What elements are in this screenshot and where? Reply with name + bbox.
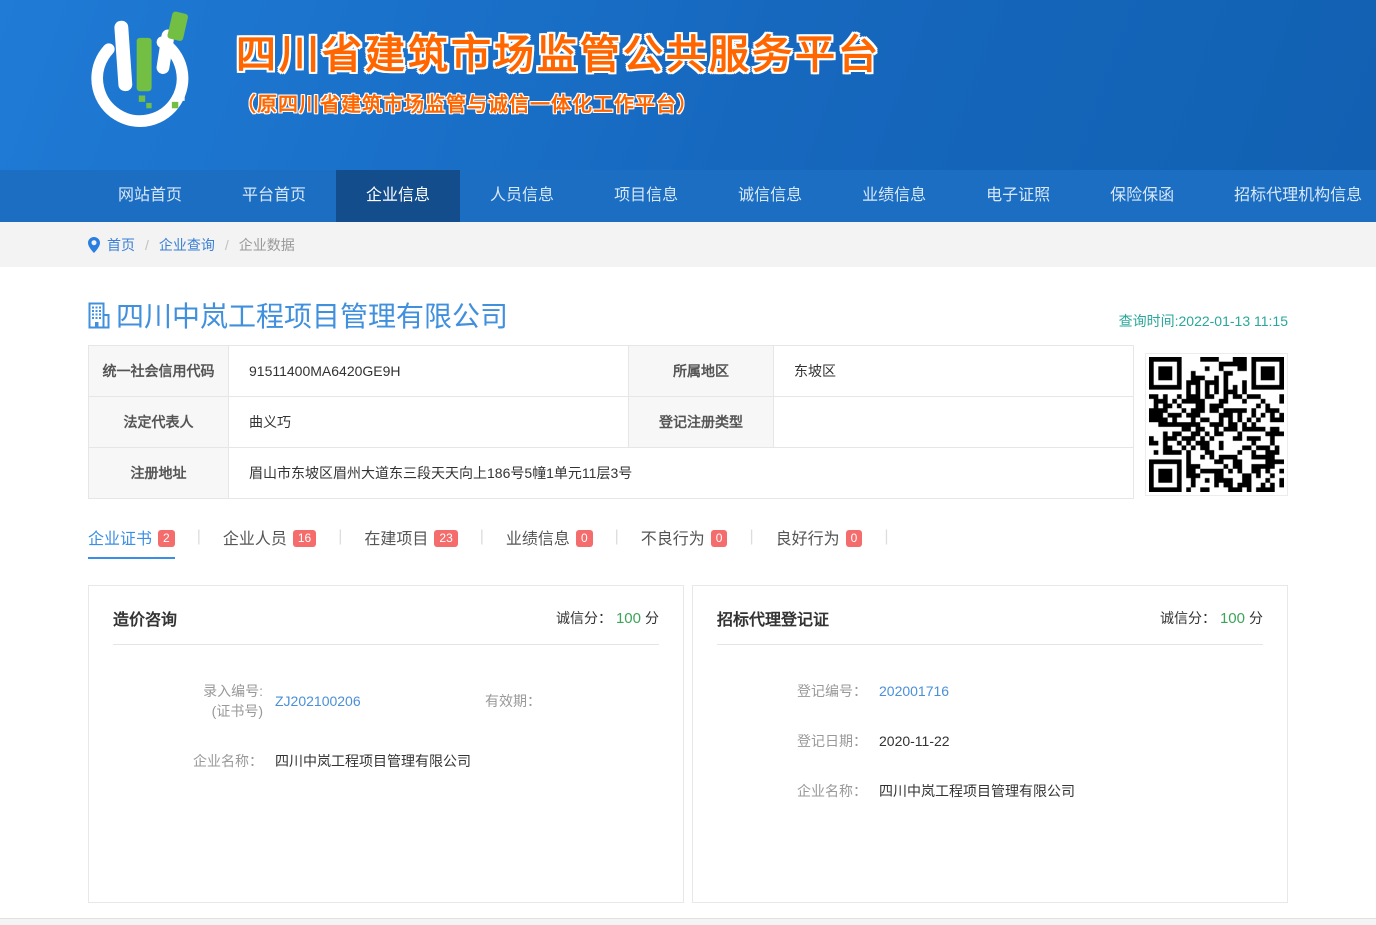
tab-separator: | (338, 528, 342, 556)
tab-label: 不良行为 (641, 531, 705, 548)
registration-date-value: 2020-11-22 (879, 733, 950, 749)
legal-representative-label: 法定代表人 (89, 397, 229, 448)
region-value: 东坡区 (774, 346, 1134, 397)
qr-code-box (1145, 353, 1288, 496)
registration-type-label: 登记注册类型 (629, 397, 774, 448)
building-icon (88, 302, 110, 329)
cost-consulting-card: 造价咨询 诚信分：100分 录入编号: (证书号) ZJ202100206 有效… (88, 585, 684, 903)
tab-enterprise-certificates[interactable]: 企业证书 2 (88, 525, 175, 559)
region-label: 所属地区 (629, 346, 774, 397)
nav-item-performance-info[interactable]: 业绩信息 (832, 170, 956, 222)
nav-item-enterprise-info[interactable]: 企业信息 (336, 170, 460, 222)
nav-item-credit-info[interactable]: 诚信信息 (708, 170, 832, 222)
certificate-number-link[interactable]: ZJ202100206 (275, 693, 445, 709)
tab-label: 良好行为 (776, 531, 840, 548)
company-name-value: 四川中岚工程项目管理有限公司 (879, 781, 1075, 801)
tab-label: 企业证书 (88, 531, 152, 548)
tab-performance-info[interactable]: 业绩信息 0 (506, 525, 593, 559)
company-name-text: 四川中岚工程项目管理有限公司 (116, 295, 508, 335)
tab-separator: | (615, 528, 619, 556)
breadcrumb: 首页 / 企业查询 / 企业数据 (88, 222, 1288, 267)
nav-item-bidding-agency[interactable]: 招标代理机构信息 (1204, 170, 1376, 222)
tab-count-badge: 2 (158, 530, 175, 547)
company-name-heading: 四川中岚工程项目管理有限公司 (88, 295, 508, 335)
tab-count-badge: 0 (576, 530, 593, 547)
main-nav: 网站首页 平台首页 企业信息 人员信息 项目信息 诚信信息 业绩信息 电子证照 … (0, 170, 1376, 222)
credit-score: 诚信分：100分 (1160, 608, 1263, 628)
entry-number-label: 录入编号: (证书号) (113, 681, 263, 721)
tab-label: 业绩信息 (506, 531, 570, 548)
tab-separator: | (197, 528, 201, 556)
breadcrumb-separator: / (225, 237, 229, 253)
logo-swirl-icon (88, 8, 196, 136)
breadcrumb-home-link[interactable]: 首页 (107, 235, 135, 255)
location-pin-icon (88, 237, 100, 253)
tab-bad-behavior[interactable]: 不良行为 0 (641, 525, 728, 559)
legal-representative-value: 曲义巧 (229, 397, 629, 448)
qr-code (1149, 357, 1284, 492)
validity-label: 有效期： (485, 691, 541, 711)
site-logo (88, 8, 198, 138)
tab-count-badge: 16 (293, 530, 316, 547)
score-label: 诚信分： (556, 610, 612, 626)
nav-item-insurance[interactable]: 保险保函 (1080, 170, 1204, 222)
registered-address-label: 注册地址 (89, 448, 229, 499)
header-banner: 四川省建筑市场监管公共服务平台 （原四川省建筑市场监管与诚信一体化工作平台） (0, 0, 1376, 170)
tab-separator: | (749, 528, 753, 556)
breadcrumb-separator: / (145, 237, 149, 253)
bidding-agency-certificate-card: 招标代理登记证 诚信分：100分 登记编号： 202001716 登记日期： 2… (692, 585, 1288, 903)
footer-strip (0, 918, 1376, 925)
company-name-value: 四川中岚工程项目管理有限公司 (275, 751, 471, 771)
table-row: 统一社会信用代码 91511400MA6420GE9H 所属地区 东坡区 (89, 346, 1134, 397)
tab-good-behavior[interactable]: 良好行为 0 (776, 525, 863, 559)
table-row: 法定代表人 曲义巧 登记注册类型 (89, 397, 1134, 448)
card-title: 造价咨询 (113, 606, 177, 630)
credit-code-label: 统一社会信用代码 (89, 346, 229, 397)
tab-count-badge: 0 (711, 530, 728, 547)
detail-tabs: 企业证书2 | 企业人员16 | 在建项目23 | 业绩信息0 | 不良行为0 … (88, 525, 1288, 559)
nav-item-e-certificate[interactable]: 电子证照 (956, 170, 1080, 222)
tab-label: 在建项目 (364, 531, 428, 548)
breadcrumb-current: 企业数据 (239, 235, 295, 255)
registered-address-value: 眉山市东坡区眉州大道东三段天天向上186号5幢1单元11层3号 (229, 448, 1134, 499)
breadcrumb-bar: 首页 / 企业查询 / 企业数据 (0, 222, 1376, 267)
card-title: 招标代理登记证 (717, 606, 829, 630)
score-unit: 分 (645, 610, 659, 626)
tab-count-badge: 23 (434, 530, 457, 547)
tab-count-badge: 0 (846, 530, 863, 547)
score-unit: 分 (1249, 610, 1263, 626)
nav-item-home[interactable]: 网站首页 (88, 170, 212, 222)
site-subtitle: （原四川省建筑市场监管与诚信一体化工作平台） (236, 88, 881, 117)
tab-projects-under-construction[interactable]: 在建项目 23 (364, 525, 457, 559)
nav-item-project-info[interactable]: 项目信息 (584, 170, 708, 222)
tab-separator: | (480, 528, 484, 556)
breadcrumb-enterprise-query-link[interactable]: 企业查询 (159, 235, 215, 255)
query-time: 查询时间:2022-01-13 11:15 (1119, 311, 1288, 335)
registration-date-label: 登记日期： (717, 731, 867, 751)
company-name-label: 企业名称： (717, 781, 867, 801)
registration-number-link[interactable]: 202001716 (879, 683, 949, 699)
score-value: 100 (616, 610, 641, 627)
registration-type-value (774, 397, 1134, 448)
site-title: 四川省建筑市场监管公共服务平台 (236, 22, 881, 80)
credit-score: 诚信分：100分 (556, 608, 659, 628)
company-name-label: 企业名称： (113, 751, 263, 771)
tab-separator: | (884, 528, 888, 556)
score-value: 100 (1220, 610, 1245, 627)
score-label: 诚信分： (1160, 610, 1216, 626)
nav-item-personnel-info[interactable]: 人员信息 (460, 170, 584, 222)
nav-item-platform-home[interactable]: 平台首页 (212, 170, 336, 222)
tab-label: 企业人员 (223, 531, 287, 548)
credit-code-value: 91511400MA6420GE9H (229, 346, 629, 397)
company-info-table: 统一社会信用代码 91511400MA6420GE9H 所属地区 东坡区 法定代… (88, 345, 1134, 499)
table-row: 注册地址 眉山市东坡区眉州大道东三段天天向上186号5幢1单元11层3号 (89, 448, 1134, 499)
registration-number-label: 登记编号： (717, 681, 867, 701)
tab-enterprise-personnel[interactable]: 企业人员 16 (223, 525, 316, 559)
